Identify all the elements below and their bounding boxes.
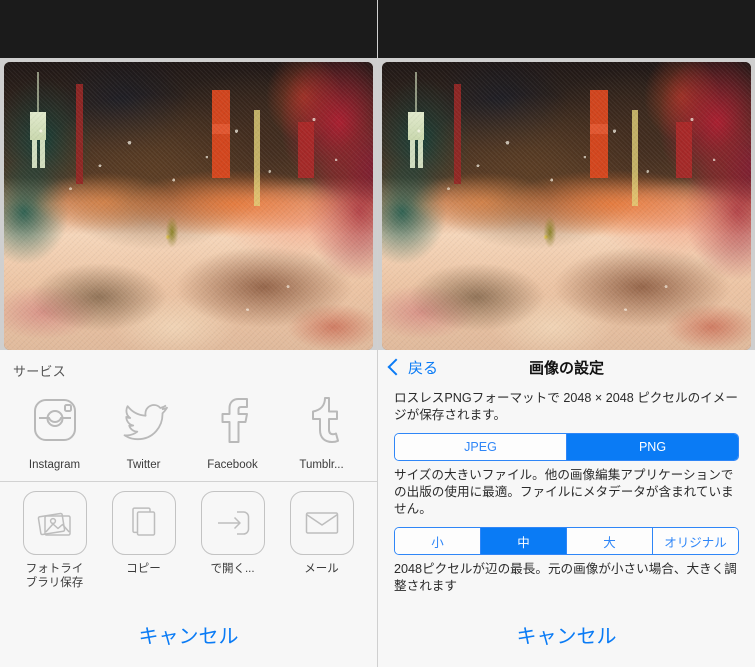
action-mail[interactable]: メール [277, 491, 366, 590]
share-target-twitter[interactable]: Twitter [99, 389, 188, 472]
left-screen: サービス Instagram Twitter Facebook Tumblr..… [0, 0, 378, 667]
share-target-tumblr[interactable]: Tumblr... [277, 389, 366, 472]
watercolor-bar-interior-photo [4, 62, 373, 350]
action-label: フォトライ ブラリ保存 [25, 563, 84, 589]
actions-row: フォトライ ブラリ保存 コピー で開く... メール [0, 482, 377, 590]
action-save-to-photo-library[interactable]: フォトライ ブラリ保存 [10, 491, 99, 590]
format-note: サイズの大きいファイル。他の画像編集アプリケーションでの出版の使用に最適。ファイ… [394, 468, 734, 516]
back-button-label: 戻る [408, 359, 439, 377]
photo-layer-grain [382, 62, 751, 350]
photo-layer-grain [4, 62, 373, 350]
settings-navbar: 戻る 画像の設定 [378, 350, 755, 384]
share-target-instagram[interactable]: Instagram [10, 389, 99, 472]
chevron-left-icon [387, 358, 405, 376]
size-option-original[interactable]: オリジナル [653, 528, 738, 554]
cancel-button[interactable]: キャンセル [378, 620, 755, 649]
mail-icon [289, 491, 354, 555]
services-section-title: サービス [13, 364, 66, 379]
tumblr-icon [291, 389, 353, 451]
twitter-icon [113, 389, 175, 451]
left-topbar [0, 0, 377, 58]
services-row: Instagram Twitter Facebook Tumblr... [0, 380, 377, 472]
size-option-small[interactable]: 小 [395, 528, 481, 554]
action-copy[interactable]: コピー [99, 491, 188, 590]
facebook-icon [202, 389, 264, 451]
photo-library-icon [22, 491, 87, 555]
cancel-button[interactable]: キャンセル [0, 620, 377, 649]
action-label: メール [304, 563, 339, 575]
copy-icon [111, 491, 176, 555]
share-target-label: Instagram [28, 459, 81, 471]
share-target-facebook[interactable]: Facebook [188, 389, 277, 472]
share-target-label: Tumblr... [299, 459, 344, 471]
size-segmented-control: 小 中 大 オリジナル [394, 527, 739, 555]
format-option-jpeg[interactable]: JPEG [395, 434, 567, 460]
action-open-in[interactable]: で開く... [188, 491, 277, 590]
dual-screenshot-container: サービス Instagram Twitter Facebook Tumblr..… [0, 0, 755, 667]
left-photo-area [0, 58, 377, 350]
instagram-icon [24, 389, 86, 451]
format-description: ロスレスPNGフォーマットで 2048 × 2048 ピクセルのイメージが保存さ… [394, 391, 738, 422]
share-target-label: Facebook [207, 459, 258, 471]
action-more[interactable] [366, 491, 377, 590]
format-option-png[interactable]: PNG [567, 434, 738, 460]
right-screen: 戻る 画像の設定 ロスレスPNGフォーマットで 2048 × 2048 ピクセル… [378, 0, 755, 667]
size-note: 2048ピクセルが辺の最長。元の画像が小さい場合、大きく調整されます [394, 562, 737, 593]
size-option-medium[interactable]: 中 [481, 528, 567, 554]
watercolor-bar-interior-photo [382, 62, 751, 350]
action-label: コピー [126, 563, 161, 575]
right-photo-area [378, 58, 755, 350]
size-option-large[interactable]: 大 [567, 528, 653, 554]
image-settings-panel: 戻る 画像の設定 ロスレスPNGフォーマットで 2048 × 2048 ピクセル… [378, 350, 755, 667]
back-button[interactable]: 戻る [387, 357, 439, 378]
format-segmented-control: JPEG PNG [394, 433, 739, 461]
right-topbar [378, 0, 755, 58]
share-sheet: サービス Instagram Twitter Facebook Tumblr..… [0, 350, 377, 667]
open-in-icon [200, 491, 265, 555]
action-label: で開く... [210, 563, 255, 575]
share-target-label: Twitter [126, 459, 161, 471]
